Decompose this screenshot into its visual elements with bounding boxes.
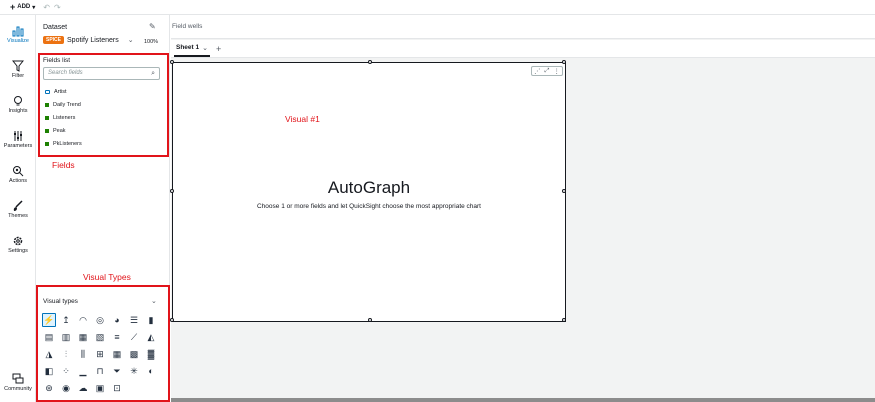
filter-icon [12,60,24,72]
left-nav-rail: Visualize Filter Insights Parameters Act… [0,15,36,402]
resize-handle[interactable] [562,60,566,64]
dataset-label: Dataset [43,24,68,31]
top-toolbar: + ADD ▾ ↶ ↷ [0,0,875,15]
gear-icon [13,236,23,246]
brush-icon [13,200,23,211]
actions-icon [13,166,24,177]
lightbulb-icon [14,96,22,106]
visual-types-highlight-box [36,285,170,402]
autograph-subtitle: Choose 1 or more fields and let QuickSig… [256,203,481,210]
add-button[interactable]: + ADD ▾ [10,1,36,12]
more-options-icon[interactable]: ⋮ [554,68,560,75]
autograph-visual[interactable]: ⋰ ⤢ ⋮ AutoGraph Choose 1 or more fields … [170,60,566,322]
spice-badge: SPICE [43,36,65,44]
drag-icon[interactable]: ⋰ [534,68,540,75]
resize-handle[interactable] [170,318,174,322]
nav-community[interactable]: Community [0,373,36,392]
visualize-icon [12,26,24,37]
add-label: ADD [17,4,31,10]
dataset-percentage: 100% [144,39,159,45]
expand-icon[interactable]: ⤢ [545,68,550,75]
analysis-canvas: Field wells Sheet 1 ⌄ + ⋰ ⤢ ⋮ AutoGraph … [170,15,875,402]
field-wells-bar[interactable]: Field wells [171,15,875,39]
nav-actions[interactable]: Actions [0,165,36,184]
nav-themes[interactable]: Themes [0,200,36,219]
pencil-icon[interactable]: ✎ [149,22,156,31]
resize-handle[interactable] [170,60,174,64]
horizontal-scrollbar[interactable] [171,398,875,402]
fields-highlight-box [38,53,169,157]
nav-settings[interactable]: Settings [0,235,36,254]
redo-icon[interactable]: ↷ [54,3,61,12]
chevron-down-icon: ⌄ [127,37,134,44]
field-wells-label: Field wells [172,23,203,30]
sheet-tab-label: Sheet 1 [176,44,200,51]
visual-menu: ⋰ ⤢ ⋮ [531,66,563,76]
dataset-name: Spotify Listeners [67,36,119,44]
nav-parameters[interactable]: Parameters [0,130,36,149]
resize-handle[interactable] [368,60,372,64]
fields-annotation: Fields [52,160,75,170]
sliders-icon [14,131,22,141]
visual-annotation: Visual #1 [285,114,320,124]
nav-insights[interactable]: Insights [0,95,36,114]
add-sheet-button[interactable]: + [216,44,221,54]
autograph-title: AutoGraph [327,178,411,197]
sheet-tabs: Sheet 1 ⌄ + [171,40,875,58]
chevron-down-icon: ▾ [32,4,36,11]
chevron-down-icon: ⌄ [202,44,208,52]
resize-handle[interactable] [368,318,372,322]
nav-visualize[interactable]: Visualize [0,25,36,44]
nav-filter[interactable]: Filter [0,60,36,79]
chat-icon [12,373,24,384]
plus-icon: + [10,1,16,12]
resize-handle[interactable] [562,318,566,322]
tab-sheet-1[interactable]: Sheet 1 ⌄ [174,41,210,57]
undo-icon[interactable]: ↶ [43,3,50,12]
dataset-selector[interactable]: SPICE Spotify Listeners ⌄ [43,36,134,44]
visual-types-annotation: Visual Types [83,272,131,282]
